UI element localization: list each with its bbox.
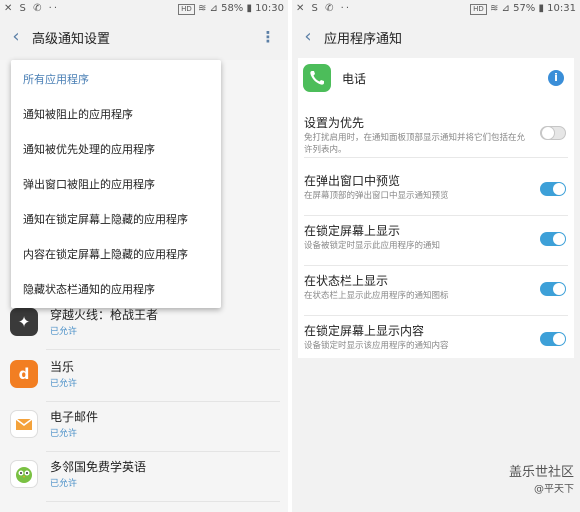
menu-item-popup-blocked[interactable]: 弹出窗口被阻止的应用程序 xyxy=(11,167,221,202)
setting-lockscreen-show[interactable]: 在锁定屏幕上显示 设备被锁定时显示此应用程序的通知 xyxy=(298,216,574,266)
toggle-knob xyxy=(553,333,565,345)
more-options-icon[interactable]: ⋮ xyxy=(258,26,278,48)
status-left-icons: ✕ S ✆ ·· xyxy=(4,3,59,14)
divider xyxy=(304,157,568,158)
app-name: 电子邮件 xyxy=(50,410,99,424)
setting-title: 在状态栏上显示 xyxy=(304,274,389,288)
settings-card: 电话 i 设置为优先 免打扰启用时，在通知面板顶部显示通知并将它们包括在允许列表… xyxy=(298,58,574,358)
lockscreen-show-toggle[interactable] xyxy=(540,232,566,246)
advanced-notification-screen: ✕ S ✆ ·· HD ≋ ⊿ 58% ▮ 10:30 ‹ 高级通知设置 ⋮ ✦… xyxy=(0,0,288,512)
setting-desc: 免打扰启用时，在通知面板顶部显示通知并将它们包括在允许列表内。 xyxy=(304,133,526,155)
app-bar: ‹ 应用程序通知 xyxy=(292,18,580,56)
app-name: 穿越火线：枪战王者 xyxy=(50,308,159,322)
hd-icon: HD xyxy=(470,4,487,15)
status-bar: ✕ S ✆ ·· HD ≋ ⊿ 58% ▮ 10:30 xyxy=(0,0,288,18)
filter-dropdown-menu: 所有应用程序 通知被阻止的应用程序 通知被优先处理的应用程序 弹出窗口被阻止的应… xyxy=(11,60,221,308)
toggle-knob xyxy=(553,183,565,195)
app-name: 电话 xyxy=(342,72,367,86)
setting-statusbar-show[interactable]: 在状态栏上显示 在状态栏上显示此应用程序的通知图标 xyxy=(298,266,574,316)
setting-title: 在弹出窗口中预览 xyxy=(304,174,401,188)
back-arrow-icon[interactable]: ‹ xyxy=(6,25,26,49)
info-icon[interactable]: i xyxy=(548,70,564,86)
divider xyxy=(46,349,280,350)
priority-toggle[interactable] xyxy=(540,126,566,140)
menu-item-all-apps[interactable]: 所有应用程序 xyxy=(11,62,221,97)
statusbar-show-toggle[interactable] xyxy=(540,282,566,296)
popup-preview-toggle[interactable] xyxy=(540,182,566,196)
list-item-app-3[interactable]: 多邻国免费学英语 已允许 xyxy=(0,452,288,502)
menu-item-blocked[interactable]: 通知被阻止的应用程序 xyxy=(11,97,221,132)
setting-title: 在锁定屏幕上显示内容 xyxy=(304,324,425,338)
menu-item-content-hidden[interactable]: 内容在锁定屏幕上隐藏的应用程序 xyxy=(11,237,221,272)
toggle-knob xyxy=(542,127,554,139)
phone-icon xyxy=(303,64,331,92)
setting-desc: 设备锁定时显示该应用程序的通知内容 xyxy=(304,341,449,351)
toggle-knob xyxy=(553,233,565,245)
envelope-icon xyxy=(10,410,38,438)
watermark-line1: 盖乐世社区 xyxy=(508,465,574,480)
app-bar: ‹ 高级通知设置 ⋮ xyxy=(0,18,288,56)
setting-desc: 在屏幕顶部的弹出窗口中显示通知预览 xyxy=(304,191,449,201)
status-right: HD ≋ ⊿ 58% ▮ 10:30 xyxy=(178,3,284,15)
setting-desc: 设备被锁定时显示此应用程序的通知 xyxy=(304,241,441,251)
app-status: 已允许 xyxy=(50,327,78,337)
hd-icon: HD xyxy=(178,4,195,15)
lockscreen-content-toggle[interactable] xyxy=(540,332,566,346)
app-name: 多邻国免费学英语 xyxy=(50,460,147,474)
status-bar: ✕ S ✆ ·· HD ≋ ⊿ 57% ▮ 10:31 xyxy=(292,0,580,18)
setting-priority[interactable]: 设置为优先 免打扰启用时，在通知面板顶部显示通知并将它们包括在允许列表内。 xyxy=(298,108,574,158)
toggle-knob xyxy=(553,283,565,295)
divider xyxy=(46,501,280,502)
watermark: 盖乐世社区 @平天下 xyxy=(509,464,574,498)
status-right-text: ≋ ⊿ 58% ▮ 10:30 xyxy=(197,3,284,14)
back-arrow-icon[interactable]: ‹ xyxy=(298,25,318,49)
page-title: 应用程序通知 xyxy=(324,32,403,47)
setting-popup-preview[interactable]: 在弹出窗口中预览 在屏幕顶部的弹出窗口中显示通知预览 xyxy=(298,166,574,216)
dangle-icon: d xyxy=(10,360,38,388)
status-left-icons: ✕ S ✆ ·· xyxy=(296,3,351,14)
list-item-app-2[interactable]: 电子邮件 已允许 xyxy=(0,402,288,452)
menu-item-statusbar-hidden[interactable]: 隐藏状态栏通知的应用程序 xyxy=(11,272,221,307)
setting-title: 在锁定屏幕上显示 xyxy=(304,224,401,238)
duolingo-owl-icon xyxy=(10,460,38,488)
status-right-text: ≋ ⊿ 57% ▮ 10:31 xyxy=(489,3,576,14)
warrior-icon: ✦ xyxy=(10,308,38,336)
app-status: 已允许 xyxy=(50,479,78,489)
setting-lockscreen-content[interactable]: 在锁定屏幕上显示内容 设备锁定时显示该应用程序的通知内容 xyxy=(298,316,574,366)
setting-desc: 在状态栏上显示此应用程序的通知图标 xyxy=(304,291,449,301)
setting-title: 设置为优先 xyxy=(304,116,365,130)
menu-item-lockscreen-hidden[interactable]: 通知在锁定屏幕上隐藏的应用程序 xyxy=(11,202,221,237)
page-title: 高级通知设置 xyxy=(32,32,111,47)
app-status: 已允许 xyxy=(50,429,78,439)
status-right: HD ≋ ⊿ 57% ▮ 10:31 xyxy=(470,3,576,15)
menu-item-priority[interactable]: 通知被优先处理的应用程序 xyxy=(11,132,221,167)
app-status: 已允许 xyxy=(50,379,78,389)
watermark-line2: @平天下 xyxy=(534,484,574,495)
app-name: 当乐 xyxy=(50,360,75,374)
app-notification-screen: ✕ S ✆ ·· HD ≋ ⊿ 57% ▮ 10:31 ‹ 应用程序通知 电话 … xyxy=(292,0,580,512)
list-item-app-1[interactable]: d 当乐 已允许 xyxy=(0,352,288,402)
